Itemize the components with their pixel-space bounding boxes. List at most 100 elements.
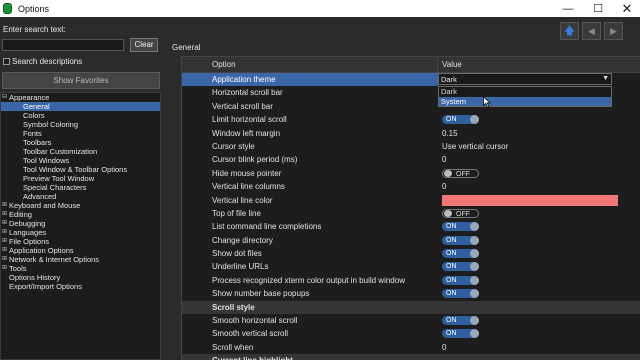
option-value[interactable]: ON	[438, 314, 638, 327]
tree-item[interactable]: General	[1, 102, 160, 111]
toggle-switch[interactable]: ON	[442, 262, 479, 272]
section-row[interactable]: Scroll style	[182, 300, 640, 315]
option-row[interactable]: Show dot files ON	[182, 247, 640, 260]
toggle-switch[interactable]: ON	[442, 222, 479, 232]
option-value[interactable]: ON	[438, 247, 638, 260]
option-value[interactable]: 0	[438, 180, 638, 193]
tree-item[interactable]: ⊞ Application Options	[1, 246, 160, 255]
tree-item[interactable]: ⊞ Languages	[1, 228, 160, 237]
up-button[interactable]: 🡅	[560, 22, 579, 40]
option-value[interactable]: ON	[438, 287, 638, 300]
tree-item[interactable]: Export/Import Options	[1, 282, 160, 291]
tree-item[interactable]: ⊞ File Options	[1, 237, 160, 246]
expand-icon[interactable]: ⊞	[2, 255, 8, 264]
tree-item[interactable]: Preview Tool Window	[1, 174, 160, 183]
option-row[interactable]: Top of file line OFF	[182, 207, 640, 220]
toggle-switch[interactable]: ON	[442, 249, 479, 259]
toggle-switch[interactable]: ON	[442, 289, 479, 299]
option-row[interactable]: Scroll when 0	[182, 341, 640, 354]
toggle-switch[interactable]: ON	[442, 329, 479, 339]
option-value[interactable]: ON	[438, 234, 638, 247]
option-row[interactable]: Limit horizontal scroll ON	[182, 113, 640, 126]
option-row[interactable]: Smooth horizontal scroll ON	[182, 314, 640, 327]
toggle-switch[interactable]: ON	[442, 275, 479, 285]
expand-icon[interactable]: ⊞	[2, 246, 8, 255]
option-value[interactable]: 0.15	[438, 127, 638, 140]
show-favorites-button[interactable]: Show Favorites	[2, 72, 160, 89]
toggle-switch[interactable]: OFF	[442, 208, 479, 218]
dropdown-option-system[interactable]: System	[439, 96, 611, 106]
tree-item[interactable]: Fonts	[1, 129, 160, 138]
tree-item[interactable]: ⊞ Debugging	[1, 219, 160, 228]
tree-item[interactable]: Symbol Coloring	[1, 120, 160, 129]
tree-item[interactable]: Colors	[1, 111, 160, 120]
clear-button[interactable]: Clear	[130, 38, 158, 52]
option-row[interactable]: Hide mouse pointer OFF	[182, 167, 640, 180]
tree-item[interactable]: ⊟ Appearance	[1, 93, 160, 102]
expand-icon[interactable]: ⊞	[2, 264, 8, 273]
tree-item[interactable]: Tool Window & Toolbar Options	[1, 165, 160, 174]
back-button[interactable]: ◀	[582, 22, 601, 40]
tree-item[interactable]: Tool Windows	[1, 156, 160, 165]
option-row[interactable]: Vertical line columns 0	[182, 180, 640, 193]
option-row[interactable]: Cursor blink period (ms) 0	[182, 153, 640, 166]
tree-item[interactable]: ⊞ Tools	[1, 264, 160, 273]
option-value[interactable]: 0	[438, 153, 638, 166]
expand-icon[interactable]: ⊞	[2, 228, 8, 237]
search-descriptions-option[interactable]: Search descriptions	[3, 57, 82, 66]
toggle-knob	[470, 289, 479, 299]
chevron-down-icon[interactable]: ▼	[602, 75, 609, 82]
option-value[interactable]: Use vertical cursor	[438, 140, 638, 153]
column-header-option[interactable]: Option	[182, 57, 438, 72]
option-row[interactable]: Window left margin 0.15	[182, 127, 640, 140]
forward-button[interactable]: ▶	[604, 22, 623, 40]
option-row[interactable]: Underline URLs ON	[182, 260, 640, 273]
search-descriptions-checkbox[interactable]	[3, 58, 10, 65]
option-value[interactable]: ON	[438, 327, 638, 340]
tree-item[interactable]: ⊞ Editing	[1, 210, 160, 219]
option-row[interactable]: Smooth vertical scroll ON	[182, 327, 640, 340]
option-row[interactable]: Cursor style Use vertical cursor	[182, 140, 640, 153]
option-value[interactable]: ON	[438, 274, 638, 287]
section-row[interactable]: Current line highlight	[182, 354, 640, 360]
option-value[interactable]: OFF	[438, 207, 638, 220]
collapse-icon[interactable]: ⊟	[2, 93, 8, 102]
options-tree[interactable]: ⊟ Appearance General Colors Symbol Coloring F…	[0, 92, 161, 360]
color-swatch[interactable]	[442, 194, 618, 206]
toggle-switch[interactable]: OFF	[442, 168, 479, 178]
toggle-switch[interactable]: ON	[442, 235, 479, 245]
option-value[interactable]: 0	[438, 341, 638, 354]
option-row[interactable]: Process recognized xterm color output in…	[182, 274, 640, 287]
option-value[interactable]: ON	[438, 220, 638, 233]
close-button[interactable]: ✕	[614, 0, 640, 17]
dropdown-option-dark[interactable]: Dark	[439, 87, 611, 97]
tree-item[interactable]: Toolbar Customization	[1, 147, 160, 156]
option-value[interactable]: ON	[438, 260, 638, 273]
toggle-label: ON	[446, 236, 457, 244]
option-value[interactable]	[438, 194, 638, 207]
tree-item[interactable]: ⊞ Network & Internet Options	[1, 255, 160, 264]
option-value[interactable]: OFF	[438, 167, 638, 180]
tree-item[interactable]: Advanced	[1, 192, 160, 201]
maximize-button[interactable]: ☐	[585, 0, 611, 17]
search-input[interactable]	[2, 39, 124, 51]
expand-icon[interactable]: ⊞	[2, 219, 8, 228]
option-value[interactable]: ON	[438, 113, 638, 126]
toggle-switch[interactable]: ON	[442, 316, 479, 326]
tree-item[interactable]: Options History	[1, 273, 160, 282]
column-header-value[interactable]: Value	[438, 57, 462, 72]
option-row[interactable]: Change directory ON	[182, 234, 640, 247]
expand-icon[interactable]: ⊞	[2, 237, 8, 246]
application-theme-dropdown[interactable]: Dark ▼	[438, 73, 612, 85]
option-row[interactable]: Vertical line color	[182, 194, 640, 207]
tree-item[interactable]: Special Characters	[1, 183, 160, 192]
option-row[interactable]: List command line completions ON	[182, 220, 640, 233]
toggle-switch[interactable]: ON	[442, 115, 479, 125]
tree-item[interactable]: ⊞ Keyboard and Mouse	[1, 201, 160, 210]
expand-icon[interactable]: ⊞	[2, 201, 8, 210]
tree-item[interactable]: Toolbars	[1, 138, 160, 147]
option-row[interactable]: Show number base popups ON	[182, 287, 640, 300]
minimize-button[interactable]: —	[555, 0, 581, 17]
left-panel: Enter search text: Clear Search descript…	[0, 17, 163, 360]
expand-icon[interactable]: ⊞	[2, 210, 8, 219]
